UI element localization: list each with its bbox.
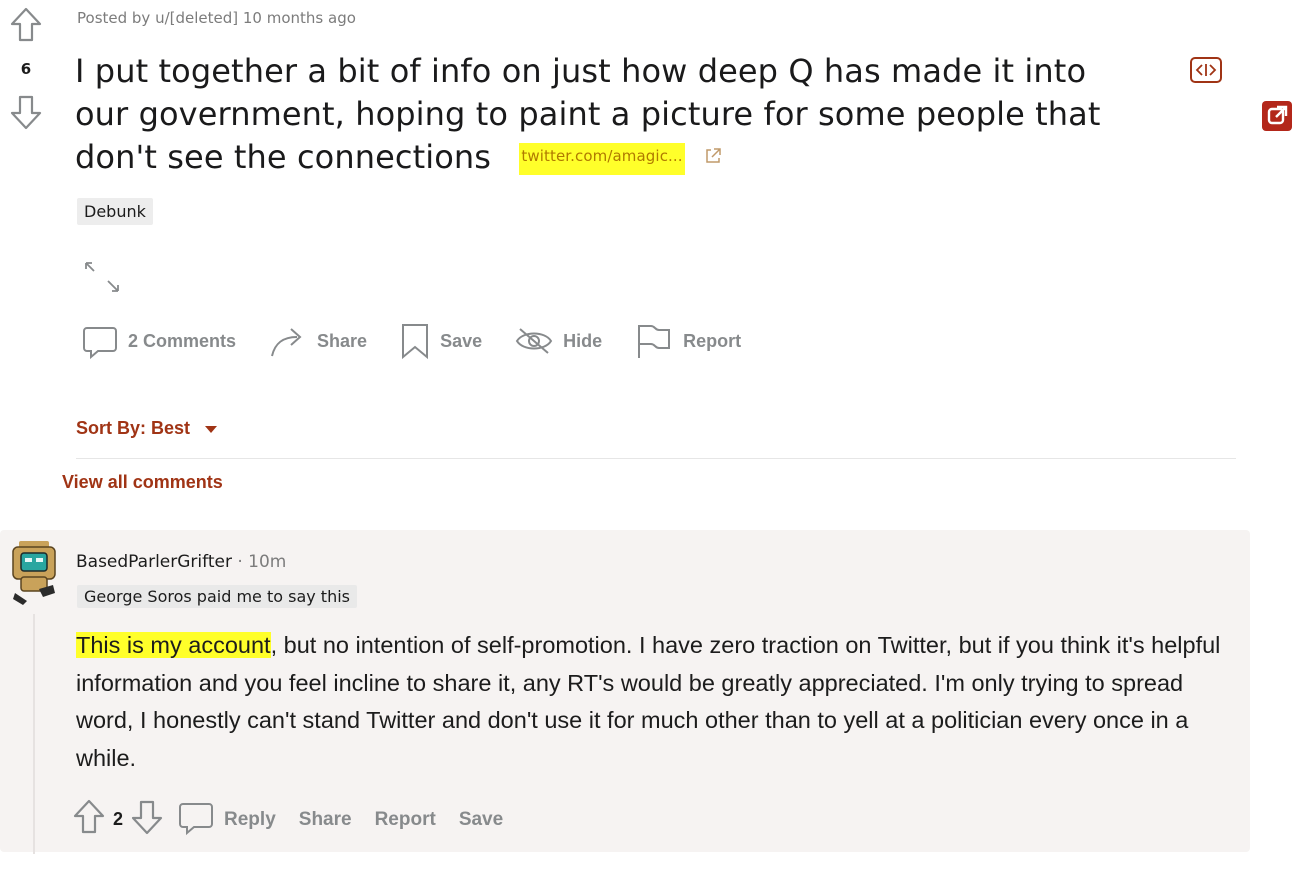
- save-button[interactable]: Save: [400, 322, 482, 360]
- view-all-comments-link[interactable]: View all comments: [62, 472, 223, 493]
- downvote-icon[interactable]: [9, 94, 43, 130]
- comment-score: 2: [113, 809, 124, 829]
- comments-label: 2 Comments: [128, 330, 237, 351]
- save-label: Save: [440, 330, 483, 351]
- post-title[interactable]: I put together a bit of info on just how…: [75, 50, 1135, 181]
- comment-save-button[interactable]: Save: [459, 809, 503, 831]
- comment-reply-icon[interactable]: [178, 798, 214, 841]
- open-external-icon[interactable]: [1262, 101, 1292, 131]
- sort-label: Sort By: Best: [76, 418, 191, 438]
- sort-dropdown[interactable]: Sort By: Best: [76, 418, 218, 439]
- comment-share-button[interactable]: Share: [299, 809, 352, 831]
- caret-down-icon: [205, 425, 218, 433]
- external-link-icon[interactable]: [703, 134, 723, 177]
- post-domain-link[interactable]: twitter.com/amagic...: [519, 142, 685, 175]
- post-action-bar: 2 Comments Share Save Hide Report: [82, 322, 774, 360]
- comment-separator: ·: [231, 552, 249, 572]
- comment-report-button[interactable]: Report: [375, 809, 436, 831]
- comment-upvote-icon[interactable]: [72, 799, 106, 840]
- hide-label: Hide: [563, 330, 603, 351]
- expand-icon[interactable]: [82, 258, 122, 300]
- share-icon: [271, 328, 302, 357]
- comment-action-bar: 2 Reply Share Report Save: [72, 798, 526, 841]
- comment-icon: [83, 327, 117, 360]
- share-button[interactable]: Share: [269, 323, 367, 359]
- report-label: Report: [683, 330, 742, 351]
- comment-time[interactable]: 10m: [248, 552, 286, 572]
- comment-downvote-icon[interactable]: [130, 799, 164, 840]
- comment-reply-button[interactable]: Reply: [224, 809, 276, 831]
- comment-flair: George Soros paid me to say this: [77, 585, 357, 608]
- avatar[interactable]: [9, 537, 61, 611]
- divider: [76, 458, 1236, 459]
- upvote-icon[interactable]: [9, 7, 43, 43]
- bookmark-icon: [402, 324, 429, 360]
- hide-eye-icon: [515, 328, 553, 354]
- share-label: Share: [317, 330, 368, 351]
- flag-icon: [638, 325, 671, 358]
- post-score: 6: [20, 60, 32, 78]
- comment-thread-line[interactable]: [33, 614, 35, 854]
- comments-button[interactable]: 2 Comments: [82, 322, 236, 360]
- post-flair[interactable]: Debunk: [77, 198, 153, 225]
- report-button[interactable]: Report: [635, 322, 741, 360]
- comment-body-highlight: This is my account: [76, 632, 271, 658]
- comment-meta: BasedParlerGrifter · 10m: [76, 552, 286, 572]
- embed-icon[interactable]: [1190, 57, 1222, 87]
- comment-body: This is my account, but no intention of …: [76, 627, 1246, 777]
- post-meta: Posted by u/[deleted] 10 months ago: [77, 9, 356, 27]
- comment-author[interactable]: BasedParlerGrifter: [76, 552, 232, 572]
- hide-button[interactable]: Hide: [515, 326, 602, 356]
